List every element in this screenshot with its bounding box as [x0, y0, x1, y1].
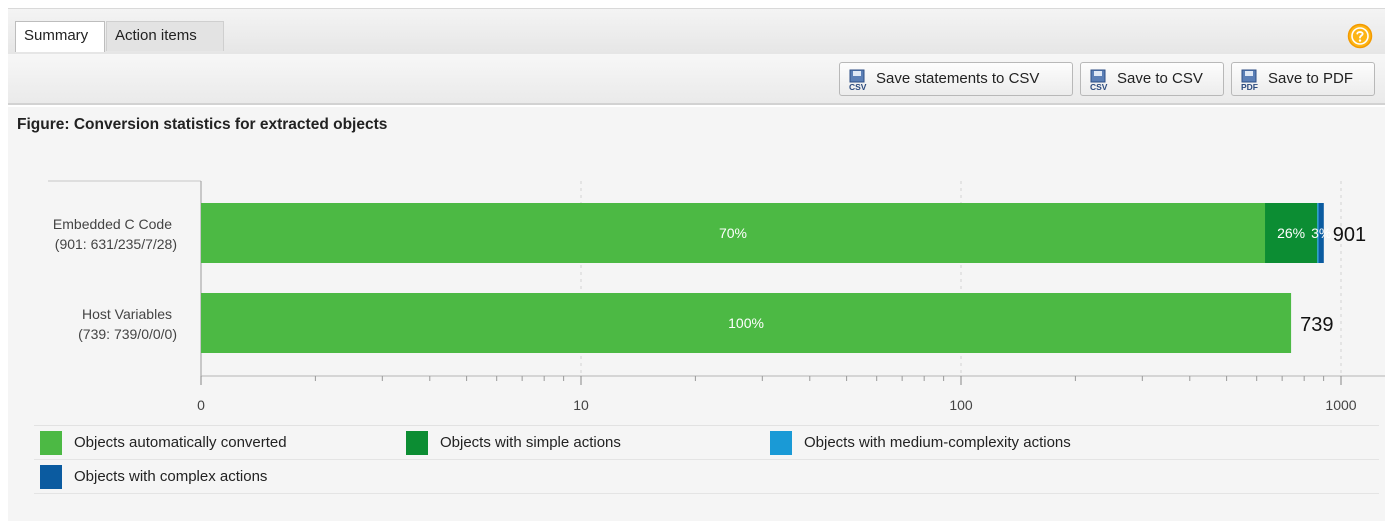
legend-label-simple: Objects with simple actions	[440, 434, 621, 451]
csv-file-icon: CSV	[1090, 69, 1108, 91]
save-statements-to-csv-button[interactable]: CSV Save statements to CSV	[839, 62, 1073, 96]
legend-swatch-medium	[770, 431, 792, 455]
svg-text:CSV: CSV	[1090, 82, 1108, 91]
category-label: Host Variables	[82, 306, 172, 322]
csv-file-icon: CSV	[849, 69, 867, 91]
save-to-pdf-label: Save to PDF	[1268, 70, 1354, 87]
legend-label-complex: Objects with complex actions	[74, 468, 268, 485]
x-tick-label: 1000	[1325, 397, 1356, 413]
category-label: Embedded C Code	[53, 216, 172, 232]
legend-swatch-auto	[40, 431, 62, 455]
pdf-file-icon: PDF	[1241, 69, 1258, 91]
svg-text:CSV: CSV	[849, 82, 867, 91]
tab-summary[interactable]: Summary	[15, 21, 105, 52]
bar-data-label: 26%	[1277, 225, 1305, 241]
legend-label-auto: Objects automatically converted	[74, 434, 287, 451]
bar-total-label: 901	[1333, 224, 1366, 246]
x-tick-label: 100	[949, 397, 973, 413]
svg-text:PDF: PDF	[1241, 82, 1258, 91]
save-statements-to-csv-label: Save statements to CSV	[876, 70, 1040, 87]
bar-data-label: 100%	[728, 315, 764, 331]
save-to-csv-button[interactable]: CSV Save to CSV	[1080, 62, 1224, 96]
toolbar: CSV Save statements to CSV CSV Save to C…	[8, 54, 1385, 105]
bar-data-label: 3%	[1311, 225, 1331, 241]
category-count-label: (739: 739/0/0/0)	[78, 326, 177, 342]
legend-swatch-complex	[40, 465, 62, 489]
report-panel: Figure: Conversion statistics for extrac…	[8, 107, 1385, 521]
legend-row: Objects automatically converted Objects …	[34, 426, 1379, 460]
conversion-chart: 0 10 100 1000 70% 26% 3% Embedded C Code (901: 6…	[48, 180, 1385, 413]
category-count-label: (901: 631/235/7/28)	[55, 236, 177, 252]
save-to-csv-label: Save to CSV	[1117, 70, 1203, 87]
save-to-pdf-button[interactable]: PDF Save to PDF	[1231, 62, 1375, 96]
x-tick-label: 0	[197, 397, 205, 413]
help-icon[interactable]	[1347, 23, 1373, 49]
chart-legend: Objects automatically converted Objects …	[34, 425, 1379, 494]
bar-data-label: 70%	[719, 225, 747, 241]
tab-action-items[interactable]: Action items	[106, 21, 224, 51]
tab-bar: Summary Action items	[8, 8, 1385, 54]
legend-row: Objects with complex actions	[34, 460, 1379, 494]
x-tick-label: 10	[573, 397, 589, 413]
legend-label-medium: Objects with medium-complexity actions	[804, 434, 1071, 451]
legend-swatch-simple	[406, 431, 428, 455]
bar-total-label: 739	[1300, 314, 1333, 336]
